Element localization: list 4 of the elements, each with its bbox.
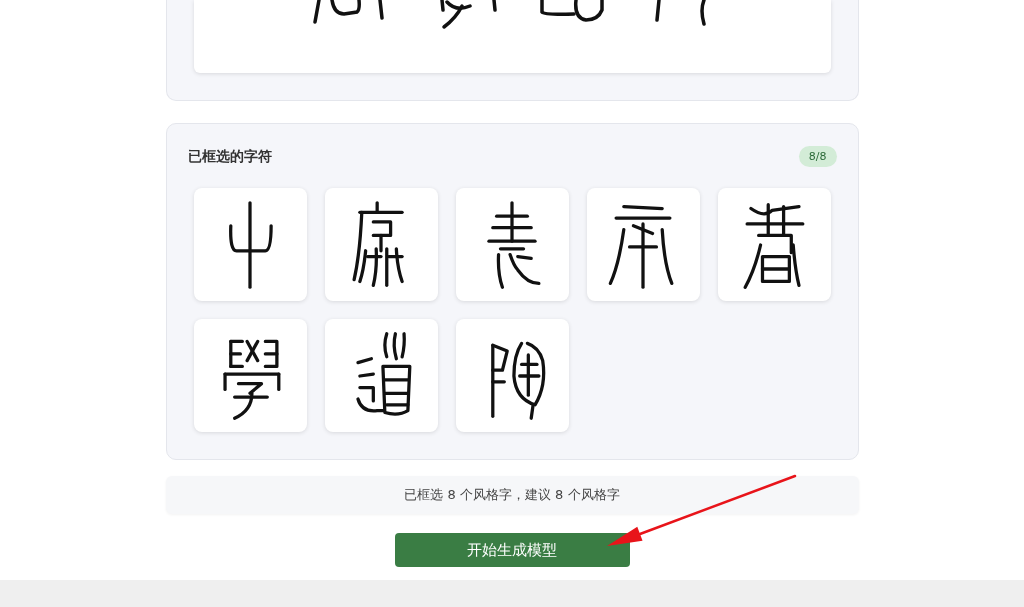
panel-title: 已框选的字符: [187, 147, 272, 166]
start-generation-button[interactable]: 开始生成模型: [394, 533, 630, 567]
selection-summary: 已框选 8 个风格字，建议 8 个风格字: [165, 476, 859, 514]
count-badge: 8/8: [798, 146, 837, 167]
